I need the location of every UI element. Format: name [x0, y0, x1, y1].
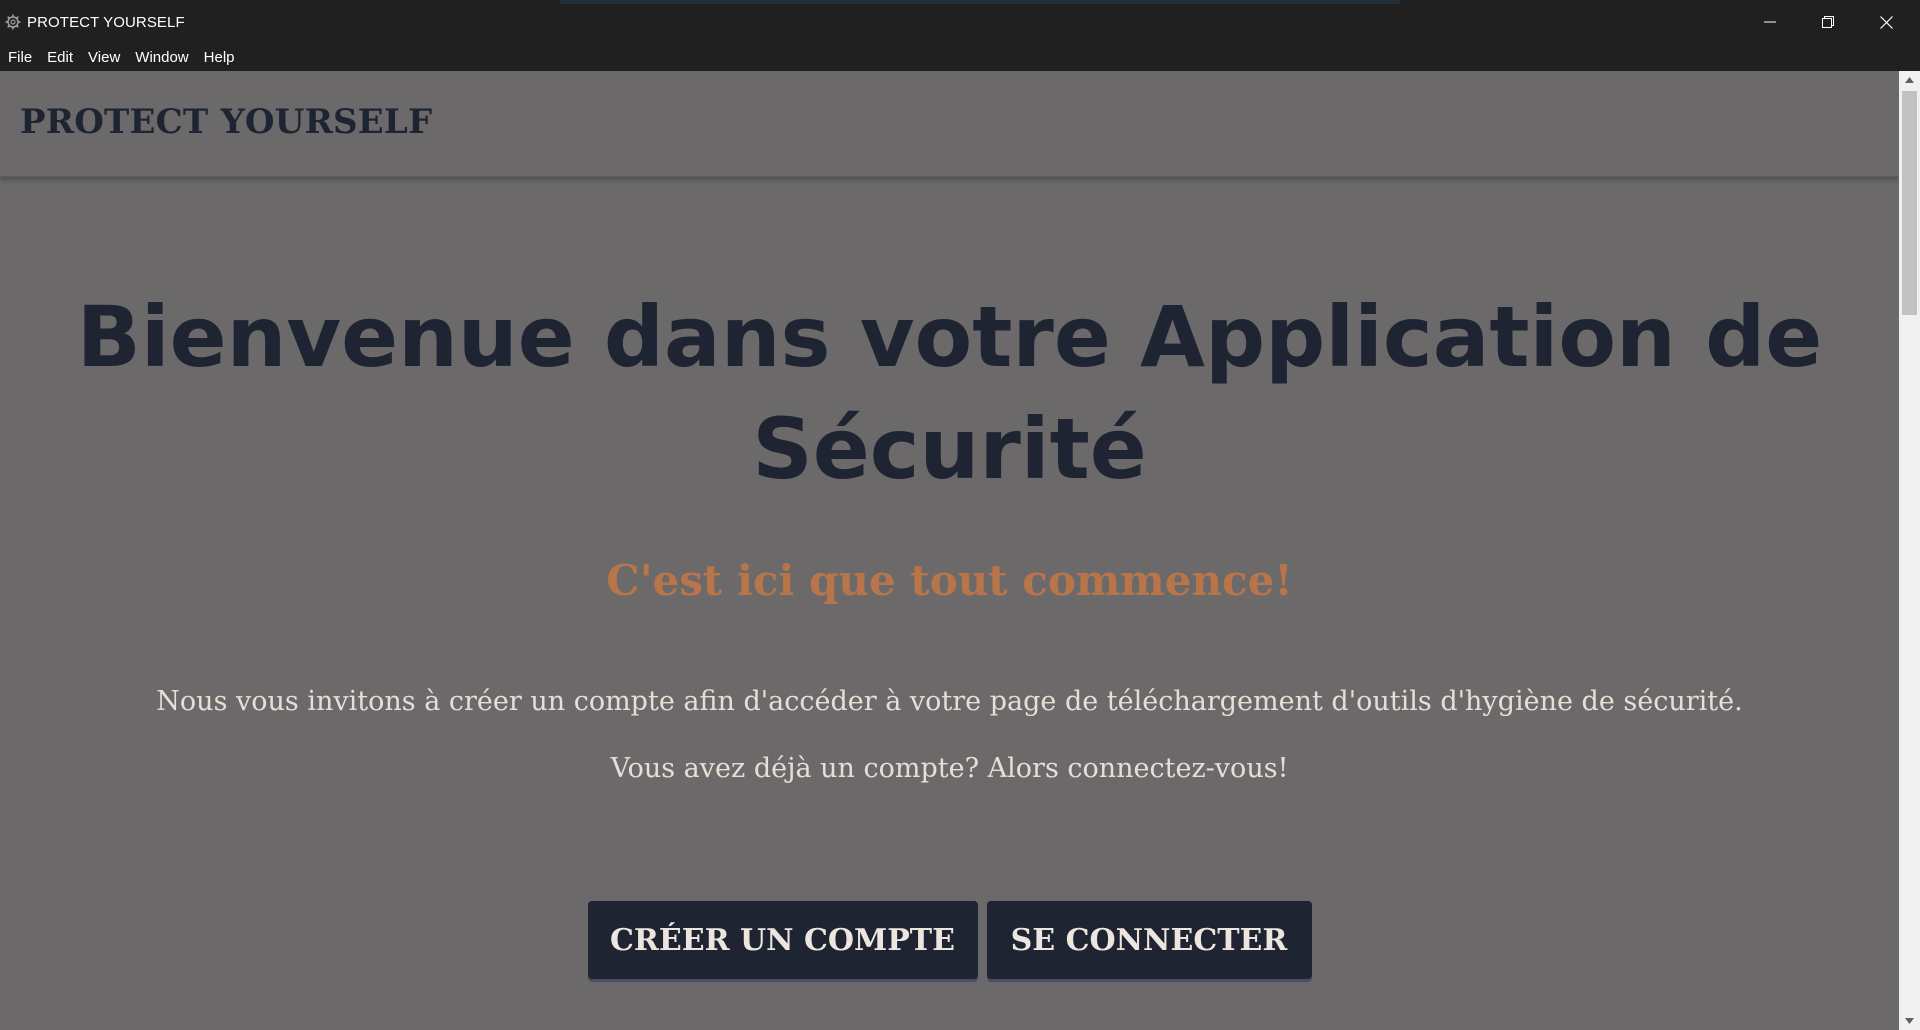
- scroll-up-button[interactable]: [1899, 71, 1920, 89]
- menu-file[interactable]: File: [2, 49, 38, 66]
- menu-bar: File Edit View Window Help: [0, 44, 1920, 70]
- restore-button[interactable]: [1799, 0, 1857, 44]
- login-prompt: Vous avez déjà un compte? Alors connecte…: [610, 753, 1289, 784]
- scroll-thumb[interactable]: [1902, 91, 1917, 315]
- intro-text: Nous vous invitons à créer un compte afi…: [156, 686, 1743, 717]
- close-button[interactable]: [1857, 0, 1915, 44]
- title-bar-accent: [560, 0, 1400, 4]
- window-title: PROTECT YOURSELF: [27, 14, 185, 31]
- restore-icon: [1822, 16, 1834, 28]
- page-title: Bienvenue dans votre Application de Sécu…: [0, 281, 1899, 505]
- login-button[interactable]: SE CONNECTER: [986, 901, 1312, 979]
- create-account-button[interactable]: CRÉER UN COMPTE: [587, 901, 978, 979]
- page-title-line-1: Bienvenue dans votre Application de: [76, 288, 1823, 386]
- menu-view[interactable]: View: [82, 49, 126, 66]
- menu-edit[interactable]: Edit: [41, 49, 79, 66]
- site-header: PROTECT YOURSELF: [0, 71, 1899, 177]
- minimize-icon: [1764, 21, 1776, 23]
- scroll-down-button[interactable]: [1899, 1012, 1920, 1030]
- page-title-line-2: Sécurité: [752, 400, 1147, 498]
- cta-row: CRÉER UN COMPTE SE CONNECTER: [0, 901, 1899, 979]
- minimize-button[interactable]: [1741, 0, 1799, 44]
- app-window: PROTECT YOURSELF File Edit View Window H…: [0, 0, 1920, 1030]
- caret-down-icon: [1905, 1018, 1914, 1024]
- brand-logo-text[interactable]: PROTECT YOURSELF: [20, 102, 432, 142]
- gear-icon: [5, 14, 21, 30]
- close-icon: [1879, 15, 1893, 29]
- page-viewport: PROTECT YOURSELF Bienvenue dans votre Ap…: [0, 71, 1899, 1030]
- title-bar[interactable]: PROTECT YOURSELF: [0, 0, 1920, 44]
- menu-window[interactable]: Window: [129, 49, 194, 66]
- hero-subtitle: C'est ici que tout commence!: [606, 556, 1293, 605]
- caret-up-icon: [1905, 77, 1914, 83]
- vertical-scrollbar[interactable]: [1899, 71, 1920, 1030]
- menu-help[interactable]: Help: [198, 49, 241, 66]
